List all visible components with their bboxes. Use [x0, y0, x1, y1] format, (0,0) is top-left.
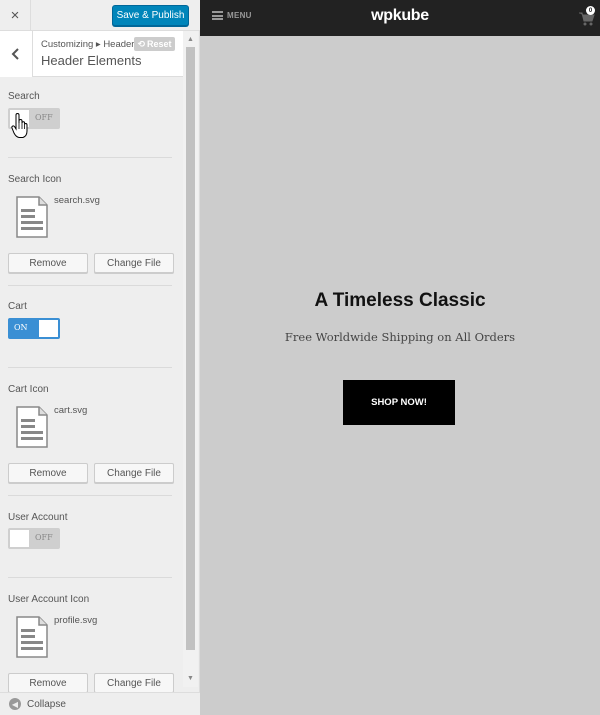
collapse-arrow-icon: ◀: [9, 698, 21, 710]
divider: [8, 285, 172, 286]
site-preview: MENU wpkube 0 A Timeless Classic Free Wo…: [200, 0, 600, 715]
search-icon-remove-button[interactable]: Remove: [8, 253, 88, 273]
search-label: Search: [8, 91, 40, 102]
scrollbar-thumb[interactable]: [186, 47, 195, 650]
section-title: Header Elements: [41, 53, 142, 68]
toggle-state: OFF: [35, 113, 53, 122]
reset-icon: ⟲: [137, 38, 146, 49]
reset-button[interactable]: ⟲ Reset: [134, 37, 175, 51]
user-account-label: User Account: [8, 512, 68, 523]
chevron-left-icon: [11, 48, 19, 60]
search-icon-change-file-button[interactable]: Change File: [94, 253, 174, 273]
sidebar-scrollbar[interactable]: ▲ ▼: [183, 31, 198, 687]
reset-label: Reset: [147, 39, 172, 49]
document-icon: [16, 406, 48, 448]
hero-title: A Timeless Classic: [314, 290, 486, 311]
divider: [8, 577, 172, 578]
customizer-topbar: × Save & Publish: [0, 0, 200, 31]
cart-icon-remove-button[interactable]: Remove: [8, 463, 88, 483]
cart-label: Cart: [8, 301, 27, 312]
user-account-icon-file-name: profile.svg: [54, 615, 98, 626]
divider: [8, 495, 172, 496]
back-button[interactable]: [0, 31, 33, 77]
scroll-up-arrow-icon[interactable]: ▲: [183, 34, 198, 44]
collapse-label: Collapse: [27, 699, 66, 710]
toggle-state: ON: [14, 323, 28, 332]
save-publish-button[interactable]: Save & Publish: [112, 5, 189, 26]
customizer-sidebar: × Save & Publish Customizing ▸ Header ⟲ …: [0, 0, 200, 715]
toggle-state: OFF: [35, 533, 53, 542]
toggle-knob: [39, 320, 58, 337]
site-header: MENU wpkube 0: [200, 0, 600, 36]
divider: [8, 157, 172, 158]
user-account-icon-change-file-button[interactable]: Change File: [94, 673, 174, 693]
shop-now-button[interactable]: SHOP NOW!: [343, 380, 455, 425]
document-icon: [16, 616, 48, 658]
user-account-icon-label: User Account Icon: [8, 594, 90, 605]
collapse-button[interactable]: ◀ Collapse: [0, 692, 200, 715]
close-button[interactable]: ×: [0, 0, 31, 31]
breadcrumb: Customizing ▸ Header: [41, 39, 135, 50]
scroll-down-arrow-icon[interactable]: ▼: [183, 673, 198, 683]
cart-button[interactable]: 0: [578, 6, 596, 26]
toggle-knob: [10, 530, 29, 547]
search-icon-label: Search Icon: [8, 174, 62, 185]
close-icon: ×: [10, 7, 20, 24]
hero-subtitle: Free Worldwide Shipping on All Orders: [284, 330, 516, 344]
section-header: Customizing ▸ Header ⟲ Reset Header Elem…: [0, 31, 183, 77]
site-logo[interactable]: wpkube: [200, 7, 600, 25]
cart-toggle[interactable]: ON: [8, 318, 60, 339]
hand-pointer-icon: [11, 113, 28, 138]
cart-icon-change-file-button[interactable]: Change File: [94, 463, 174, 483]
user-account-toggle[interactable]: OFF: [8, 528, 60, 549]
search-icon-file-name: search.svg: [54, 195, 100, 206]
divider: [8, 367, 172, 368]
cart-icon-label: Cart Icon: [8, 384, 49, 395]
cart-icon-file-name: cart.svg: [54, 405, 88, 416]
document-icon: [16, 196, 48, 238]
cart-count-badge: 0: [586, 6, 595, 15]
user-account-icon-remove-button[interactable]: Remove: [8, 673, 88, 693]
